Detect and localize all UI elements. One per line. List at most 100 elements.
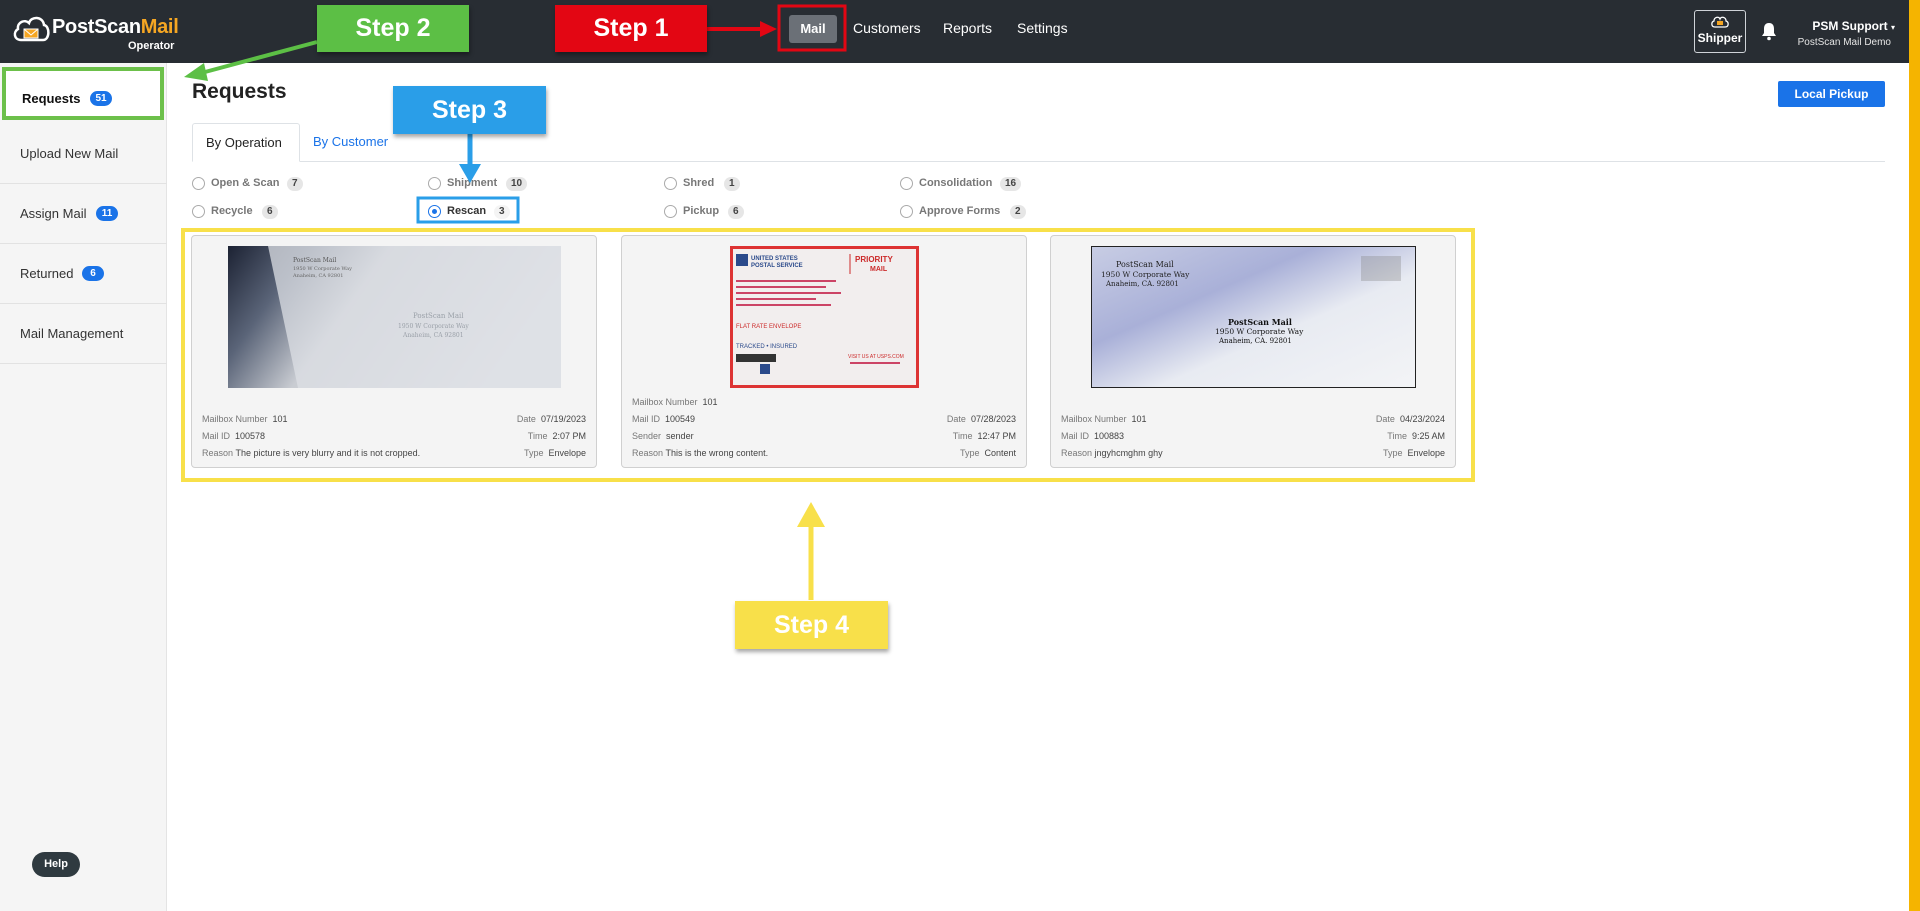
scan-text: 1950 W Corporate Way <box>1215 327 1304 336</box>
field-value: 100578 <box>235 431 266 441</box>
field-label: Time <box>527 431 548 441</box>
filter-label: Pickup <box>683 205 720 217</box>
sidebar-item-label: Mail Management <box>20 326 124 341</box>
field-value: 100549 <box>665 414 696 424</box>
radio-button[interactable] <box>664 177 677 190</box>
user-menu[interactable]: PSM Support ▾ <box>1795 19 1895 33</box>
filter-consolidation[interactable]: Consolidation 16 <box>900 175 1100 193</box>
user-org: PostScan Mail Demo <box>1797 37 1891 48</box>
field-value: jngyhcmghm ghy <box>1094 448 1163 458</box>
filter-recycle[interactable]: Recycle 6 <box>192 203 392 221</box>
filter-label: Consolidation <box>919 177 993 189</box>
field-value: sender <box>666 431 694 441</box>
date: Date 04/23/2024 <box>1376 414 1445 424</box>
shipper-button[interactable]: Shipper <box>1694 10 1746 53</box>
sidebar: Requests 51 Upload New Mail Assign Mail … <box>0 63 167 911</box>
date: Date 07/28/2023 <box>947 414 1016 424</box>
field-value: Content <box>984 448 1016 458</box>
brand-part2: Mail <box>140 16 179 38</box>
nav-settings[interactable]: Settings <box>1017 20 1068 36</box>
field-label: Sender <box>632 431 662 441</box>
field-value: 100883 <box>1094 431 1125 441</box>
reason: Reason jngyhcmghm ghy <box>1061 448 1163 458</box>
local-pickup-button[interactable]: Local Pickup <box>1778 81 1885 107</box>
field-label: Date <box>516 414 536 424</box>
radio-button[interactable] <box>192 205 205 218</box>
sidebar-item-returned[interactable]: Returned 6 <box>0 244 167 304</box>
sidebar-item-label: Requests <box>22 91 81 106</box>
field-value: 12:47 PM <box>977 431 1016 441</box>
scan-text: Anaheim, CA. 92801 <box>1218 337 1292 345</box>
field-label: Type <box>959 448 980 458</box>
scan-text: FLAT RATE ENVELOPE <box>736 324 801 330</box>
scan-text: 1950 W Corporate Way <box>293 266 352 272</box>
filter-count: 1 <box>724 177 740 191</box>
returned-count-badge: 6 <box>82 266 104 281</box>
field-label: Mailbox Number <box>202 414 268 424</box>
field-label: Mailbox Number <box>1061 414 1127 424</box>
shipper-cloud-icon <box>1711 16 1729 28</box>
filter-approve-forms[interactable]: Approve Forms 2 <box>900 203 1100 221</box>
mail-scan-image[interactable]: UNITED STATES POSTAL SERVICE PRIORITY MA… <box>730 246 919 388</box>
caret-down-icon: ▾ <box>1890 23 1895 32</box>
logo[interactable]: PostScanMail Operator <box>12 10 182 54</box>
mail-scan-image[interactable]: PostScan Mail 1950 W Corporate Way Anahe… <box>228 246 561 388</box>
page-title: Requests <box>192 80 287 103</box>
radio-button-selected[interactable] <box>428 205 441 218</box>
radio-button[interactable] <box>428 177 441 190</box>
mail-id: Mail ID 100578 <box>202 431 265 441</box>
filter-label: Approve Forms <box>919 205 1001 217</box>
field-label: Type <box>1382 448 1403 458</box>
sidebar-item-label: Assign Mail <box>20 206 87 221</box>
sidebar-item-label: Upload New Mail <box>20 146 119 161</box>
type: Type Content <box>960 448 1016 458</box>
sidebar-item-requests[interactable]: Requests 51 <box>2 67 164 120</box>
filter-shipment[interactable]: Shipment 10 <box>428 175 628 193</box>
filter-count: 3 <box>494 205 510 219</box>
brand-part1: PostScan <box>52 16 141 38</box>
nav-mail[interactable]: Mail <box>789 15 837 43</box>
radio-button[interactable] <box>192 177 205 190</box>
tab-by-operation[interactable]: By Operation <box>192 123 300 162</box>
field-label: Time <box>952 431 973 441</box>
tab-by-customer[interactable]: By Customer <box>300 123 401 162</box>
scan-text: PRIORITY <box>855 255 893 264</box>
field-value: 101 <box>702 397 718 407</box>
scan-text: PostScan Mail <box>1116 260 1174 269</box>
mail-scan-image[interactable]: PostScan Mail 1950 W Corporate Way Anahe… <box>1091 246 1416 388</box>
scan-text: Anaheim, CA. 92801 <box>1105 280 1179 288</box>
logo-text: PostScanMail <box>52 16 179 39</box>
radio-button[interactable] <box>664 205 677 218</box>
field-label: Mail ID <box>1061 431 1090 441</box>
step4-arrow <box>797 502 825 600</box>
nav-customers[interactable]: Customers <box>853 20 921 36</box>
step3-callout: Step 3 <box>393 86 546 134</box>
radio-button[interactable] <box>900 177 913 190</box>
type: Type Envelope <box>1383 448 1445 458</box>
sidebar-item-assign-mail[interactable]: Assign Mail 11 <box>0 184 167 244</box>
filter-label: Open & Scan <box>211 177 280 189</box>
field-value: 101 <box>272 414 288 424</box>
mail-card[interactable]: PostScan Mail 1950 W Corporate Way Anahe… <box>1050 235 1456 468</box>
mail-card[interactable]: PostScan Mail 1950 W Corporate Way Anahe… <box>191 235 597 468</box>
filter-rescan[interactable]: Rescan 3 <box>428 203 518 221</box>
filter-shred[interactable]: Shred 1 <box>664 175 864 193</box>
help-button[interactable]: Help <box>32 852 80 877</box>
mailbox-number: Mailbox Number 101 <box>632 397 718 407</box>
mail-id: Mail ID 100883 <box>1061 431 1124 441</box>
field-value: 2:07 PM <box>552 431 586 441</box>
step1-callout: Step 1 <box>555 5 707 52</box>
radio-button[interactable] <box>900 205 913 218</box>
nav-reports[interactable]: Reports <box>943 20 992 36</box>
mail-card[interactable]: UNITED STATES POSTAL SERVICE PRIORITY MA… <box>621 235 1027 468</box>
field-label: Type <box>523 448 544 458</box>
role-label: Operator <box>128 40 175 52</box>
filter-pickup[interactable]: Pickup 6 <box>664 203 864 221</box>
sidebar-item-mail-management[interactable]: Mail Management <box>0 304 167 364</box>
sidebar-item-upload-new-mail[interactable]: Upload New Mail <box>0 124 167 184</box>
filter-open-scan[interactable]: Open & Scan 7 <box>192 175 392 193</box>
scan-text: PostScan Mail <box>293 257 336 264</box>
tabs-divider <box>192 161 1885 162</box>
filter-count: 6 <box>728 205 744 219</box>
sidebar-item-label: Returned <box>20 266 74 281</box>
